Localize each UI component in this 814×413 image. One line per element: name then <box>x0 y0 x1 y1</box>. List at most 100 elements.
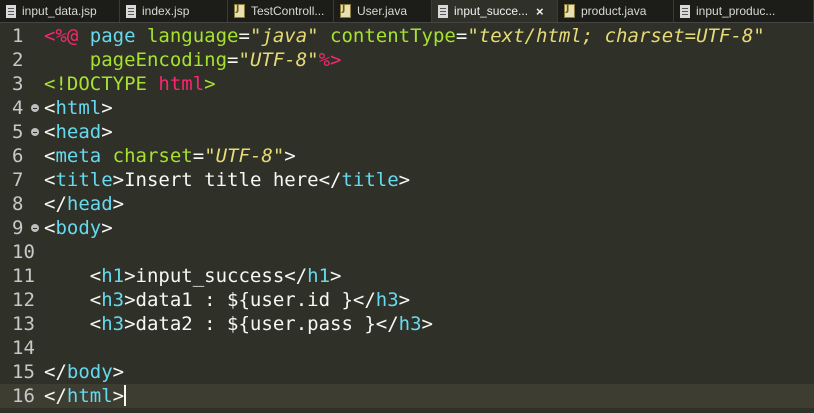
code-text: </head> <box>44 192 124 216</box>
code-line[interactable]: 5 <head> <box>0 120 814 144</box>
fold-collapse-icon[interactable] <box>31 224 39 232</box>
code-text: </body> <box>44 360 124 384</box>
code-line[interactable]: 16 </html> <box>0 384 814 408</box>
code-token: head <box>66 193 113 215</box>
java-file-icon <box>564 4 575 18</box>
tab-product-java[interactable]: product.java <box>558 0 674 22</box>
tab-input-data-jsp[interactable]: input_data.jsp <box>0 0 120 22</box>
line-gutter: 1 <box>0 24 42 48</box>
code-token: > <box>284 145 296 167</box>
fold-collapse-icon[interactable] <box>31 128 39 136</box>
tab-label: index.jsp <box>142 4 190 18</box>
line-gutter: 16 <box>0 384 42 408</box>
code-text: <head> <box>44 120 113 144</box>
tab-user-java[interactable]: User.java <box>334 0 432 22</box>
code-line[interactable]: 11 <h1>input_success</h1> <box>0 264 814 288</box>
line-number: 15 <box>12 361 35 383</box>
code-line[interactable]: 15 </body> <box>0 360 814 384</box>
code-token: head <box>55 121 102 143</box>
code-line[interactable]: 2 pageEncoding="UTF-8"%> <box>0 48 814 72</box>
tab-input-succe[interactable]: input_succe... × <box>432 0 558 22</box>
code-token: h3 <box>101 289 125 311</box>
code-text: <h1>input_success</h1> <box>44 264 342 288</box>
code-token: > <box>112 385 125 407</box>
code-line[interactable]: 14 <box>0 336 814 360</box>
code-token: > <box>124 313 136 335</box>
code-token: h3 <box>398 313 422 335</box>
code-line[interactable]: 3 <!DOCTYPE html> <box>0 72 814 96</box>
line-number: 12 <box>12 289 35 311</box>
code-token: > <box>112 193 125 215</box>
code-token: title <box>341 169 399 191</box>
tab-label: input_produc... <box>696 4 776 18</box>
code-token: data1 : ${user.id } <box>135 289 353 311</box>
code-token: "UTF-8" <box>238 49 319 71</box>
fold-collapse-icon[interactable] <box>31 104 39 112</box>
code-line[interactable]: 9 <body> <box>0 216 814 240</box>
jsp-file-icon <box>6 4 16 18</box>
code-token: = <box>227 49 239 71</box>
code-editor[interactable]: 1 <%@ page language="java" contentType="t… <box>0 24 814 413</box>
code-text: <h3>data1 : ${user.id }</h3> <box>44 288 410 312</box>
text-cursor <box>124 385 127 406</box>
code-token: > <box>421 313 433 335</box>
code-text: <title>Insert title here</title> <box>44 168 410 192</box>
code-line[interactable]: 4 <html> <box>0 96 814 120</box>
code-token: < <box>44 289 102 311</box>
code-line[interactable]: 6 <meta charset="UTF-8"> <box>0 144 814 168</box>
code-token: < <box>44 169 56 191</box>
code-token: body <box>55 217 102 239</box>
line-gutter: 14 <box>0 336 42 360</box>
code-token: <!DOCTYPE <box>44 73 159 95</box>
code-token: %> <box>318 49 342 71</box>
code-token: < <box>44 145 56 167</box>
code-line[interactable]: 1 <%@ page language="java" contentType="t… <box>0 24 814 48</box>
java-file-icon <box>234 4 245 18</box>
code-token: > <box>112 169 125 191</box>
code-text: <meta charset="UTF-8"> <box>44 144 296 168</box>
code-text: <%@ page language="java" contentType="te… <box>44 24 765 48</box>
line-number: 10 <box>12 241 35 263</box>
code-token: > <box>204 73 216 95</box>
code-token: h3 <box>375 289 399 311</box>
code-token: < <box>44 313 102 335</box>
code-token: meta <box>55 145 113 167</box>
code-token: language <box>146 25 239 47</box>
code-token: charset <box>112 145 193 167</box>
close-tab-icon[interactable]: × <box>536 4 544 19</box>
code-line[interactable]: 13 <h3>data2 : ${user.pass }</h3> <box>0 312 814 336</box>
tab-label: User.java <box>357 4 408 18</box>
tab-testcontroll[interactable]: TestControll... <box>228 0 334 22</box>
tab-index-jsp[interactable]: index.jsp <box>120 0 228 22</box>
code-line[interactable]: 12 <h3>data1 : ${user.id }</h3> <box>0 288 814 312</box>
code-text: <!DOCTYPE html> <box>44 72 216 96</box>
code-token: </ <box>375 313 399 335</box>
code-token: </ <box>44 361 67 383</box>
line-gutter: 12 <box>0 288 42 312</box>
tab-input-produc[interactable]: input_produc... <box>674 0 814 22</box>
code-token: "text/html; charset=UTF-8" <box>467 25 765 47</box>
code-line[interactable]: 10 <box>0 240 814 264</box>
code-line[interactable]: 8 </head> <box>0 192 814 216</box>
line-gutter: 7 <box>0 168 42 192</box>
line-number: 3 <box>12 73 24 95</box>
line-number: 2 <box>12 49 24 71</box>
code-line[interactable]: 7 <title>Insert title here</title> <box>0 168 814 192</box>
jsp-file-icon <box>126 4 136 18</box>
code-token: </ <box>44 193 67 215</box>
code-token: <%@ <box>44 25 90 47</box>
code-token: h1 <box>101 265 125 287</box>
tab-label: input_data.jsp <box>22 4 97 18</box>
code-token: input_success <box>135 265 285 287</box>
code-token: html <box>158 73 205 95</box>
line-number: 14 <box>12 337 35 359</box>
line-gutter: 10 <box>0 240 42 264</box>
jsp-file-icon <box>438 4 448 18</box>
code-token: > <box>398 289 411 311</box>
code-text: pageEncoding="UTF-8"%> <box>44 48 342 72</box>
line-number: 11 <box>12 265 35 287</box>
code-token: </ <box>318 169 342 191</box>
code-token: < <box>44 265 102 287</box>
line-number: 1 <box>12 25 24 47</box>
